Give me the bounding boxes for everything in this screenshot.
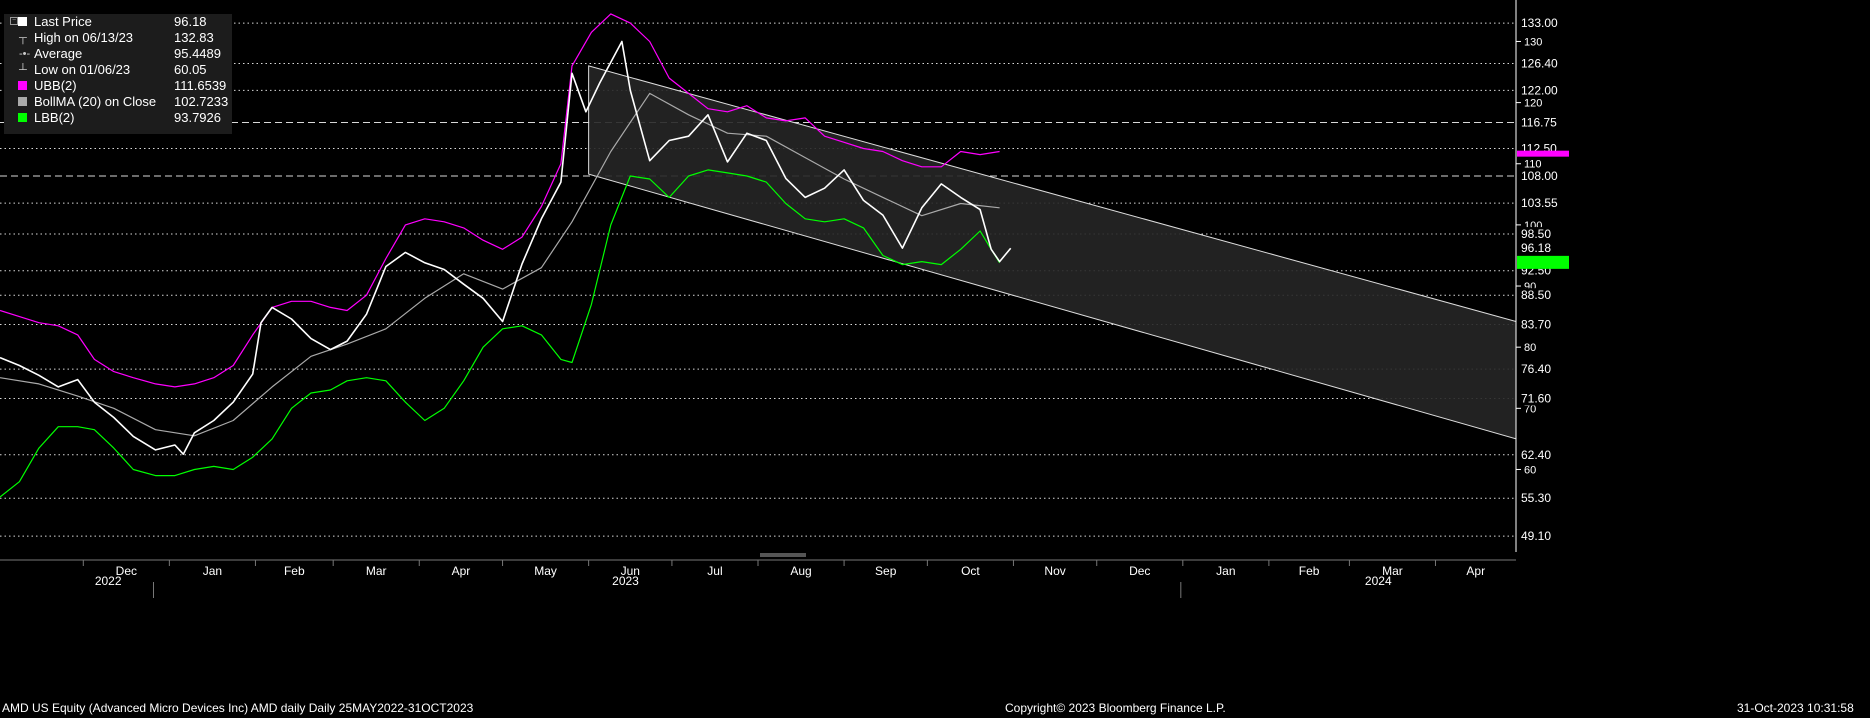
legend-value: 132.83 (174, 30, 214, 45)
legend-value: 95.4489 (174, 46, 221, 61)
legend-item: LBB(2) 93.7926 (4, 110, 232, 126)
price-level-label: 116.75 (1521, 115, 1557, 129)
lbb-value-tag (1517, 255, 1569, 269)
legend-item: ┴ Low on 01/06/23 60.05 (4, 62, 232, 78)
legend-label: LBB(2) (34, 110, 75, 125)
price-level-label: 83.70 (1521, 318, 1551, 332)
footer-timestamp: 31-Oct-2023 10:31:58 (1737, 701, 1854, 715)
x-month-label: Nov (1044, 564, 1065, 578)
legend-label: BollMA (20) on Close (34, 94, 157, 109)
x-month-label: Apr (452, 564, 471, 578)
legend-item: UBB(2) 111.6539 (4, 78, 232, 94)
footer-security-info: AMD US Equity (Advanced Micro Devices In… (2, 701, 474, 715)
low-marker-icon: ┴ (19, 64, 27, 76)
x-year-label: 2023 (612, 574, 639, 588)
price-level-label: 133.00 (1521, 16, 1558, 30)
price-level-label: 103.55 (1521, 196, 1558, 210)
legend-value: 60.05 (174, 62, 207, 77)
price-level-label: 108.00 (1521, 169, 1558, 183)
x-month-label: Dec (1129, 564, 1150, 578)
x-year-label: 2024 (1365, 574, 1392, 588)
legend-label: High on 06/13/23 (34, 30, 134, 45)
y-tick-label: 130 (1524, 36, 1542, 48)
legend-item: -•- Average 95.4489 (4, 46, 232, 62)
legend-value: 102.7233 (174, 94, 229, 109)
x-month-label: Jul (707, 564, 722, 578)
x-month-label: Feb (1299, 564, 1320, 578)
x-month-label: Feb (284, 564, 305, 578)
legend-label: Low on 01/06/23 (34, 62, 131, 77)
trend-channel (588, 65, 1517, 440)
legend-swatch (18, 113, 27, 122)
legend-item: BollMA (20) on Close 102.7233 (4, 94, 232, 110)
x-month-label: Aug (790, 564, 811, 578)
x-month-label: May (534, 564, 557, 578)
x-month-label: Oct (961, 564, 980, 578)
legend-value: 93.7926 (174, 110, 221, 125)
legend-label: UBB(2) (34, 78, 77, 93)
last-price-label: 96.18 (1521, 241, 1551, 255)
legend-item: Last Price 96.18 (4, 14, 232, 30)
legend-value: 111.6539 (174, 78, 227, 93)
legend-label: Average (34, 46, 83, 61)
footer-copyright: Copyright© 2023 Bloomberg Finance L.P. (1005, 701, 1226, 715)
x-month-label: Apr (1466, 564, 1485, 578)
y-tick-label: 80 (1524, 342, 1536, 354)
price-level-label: 49.10 (1521, 529, 1551, 543)
legend-swatch (18, 17, 27, 26)
ubb-value-tag (1517, 150, 1569, 157)
x-year-label: 2022 (95, 574, 122, 588)
price-level-label: 88.50 (1521, 288, 1551, 302)
legend-label: Last Price (34, 14, 92, 29)
legend-item: ┬ High on 06/13/23 132.83 (4, 30, 232, 46)
x-month-label: Jan (1216, 564, 1235, 578)
y-tick-label: 60 (1524, 464, 1536, 476)
price-level-label: 126.40 (1521, 56, 1558, 70)
legend-value: 96.18 (174, 14, 207, 29)
scroll-handle (760, 553, 806, 557)
price-level-label: 122.00 (1521, 83, 1558, 97)
price-level-label: 71.60 (1521, 392, 1551, 406)
price-chart: 13012011010090807060133.00126.40122.0011… (0, 0, 1569, 598)
x-month-label: Sep (875, 564, 897, 578)
price-level-label: 62.40 (1521, 448, 1551, 462)
legend-panel: − Last Price 96.18 ┬ High on 06/13/23 132.83… (4, 14, 232, 134)
price-level-label: 98.50 (1521, 227, 1551, 241)
high-marker-icon: ┬ (19, 32, 27, 44)
legend-swatch (18, 81, 27, 90)
price-level-label: 76.40 (1521, 362, 1551, 376)
x-month-label: Mar (366, 564, 387, 578)
x-month-label: Jan (203, 564, 222, 578)
price-level-label: 55.30 (1521, 491, 1551, 505)
legend-swatch (18, 97, 27, 106)
avg-marker-icon: -•- (19, 48, 31, 60)
y-tick-label: 120 (1524, 98, 1542, 110)
